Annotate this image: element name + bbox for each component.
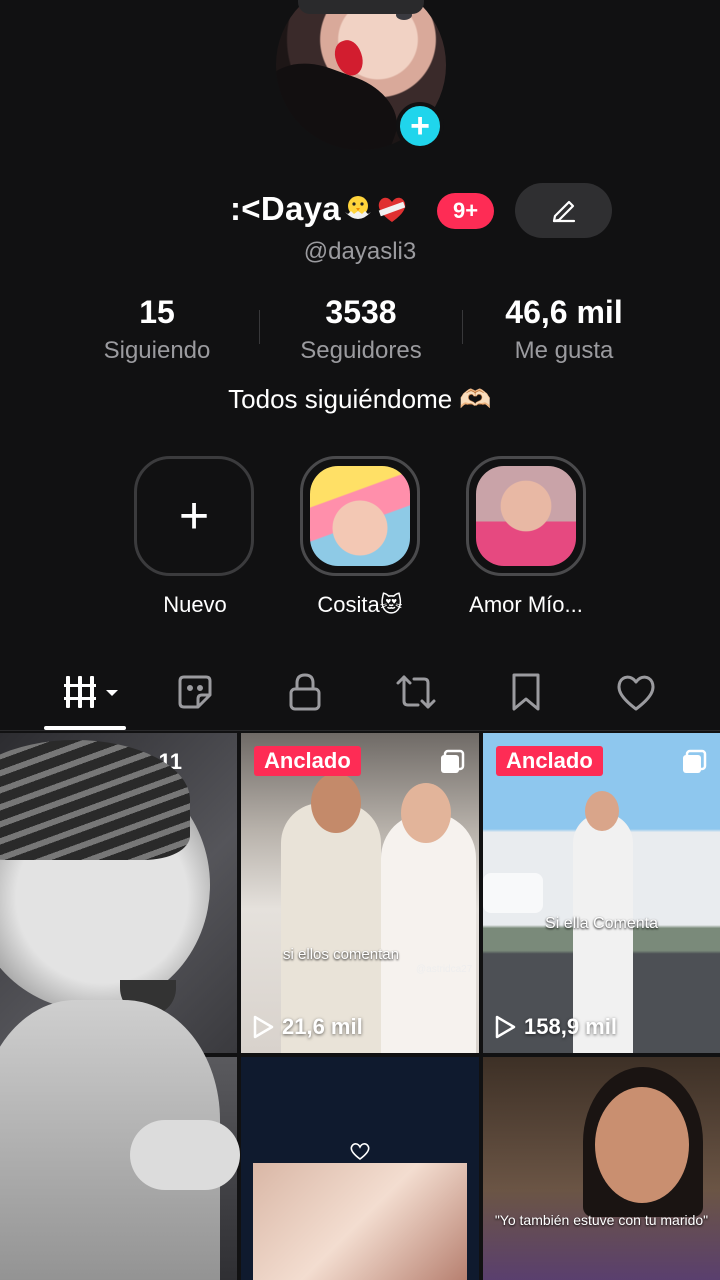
- video-caption: si ellos comentan: [283, 946, 399, 963]
- likes-count: 46,6 mil: [505, 294, 623, 330]
- bookmark-icon: [512, 673, 540, 711]
- view-count: 21,6 mil: [252, 1014, 363, 1040]
- new-highlight-button[interactable]: +: [134, 456, 254, 576]
- stat-divider: [462, 310, 463, 344]
- edit-profile-button[interactable]: [515, 183, 612, 238]
- plus-icon: +: [178, 487, 210, 545]
- face-shape: [595, 1087, 689, 1203]
- highlight-thumbnail: [310, 466, 410, 566]
- highlight-thumbnail: [476, 466, 576, 566]
- video-thumbnail-5[interactable]: [241, 1057, 479, 1280]
- followers-stat[interactable]: 3538 Seguidores: [261, 294, 461, 365]
- baby-hand: [130, 1120, 240, 1190]
- display-name: :<Daya: [230, 190, 409, 228]
- tab-private[interactable]: [281, 668, 329, 716]
- view-count-text: 21,6 mil: [282, 1014, 363, 1039]
- car-shape: [483, 873, 543, 913]
- video-caption: "Yo también estuve con tu marido": [494, 1212, 709, 1228]
- video-thumbnail-2[interactable]: [241, 733, 479, 1053]
- username-handle: @dayasli3: [303, 238, 417, 265]
- tab-reposted-stickers[interactable]: [171, 668, 219, 716]
- bandaged-heart-icon: [378, 197, 406, 222]
- video-caption: Si ella Comenta: [545, 915, 658, 932]
- following-count: 15: [139, 294, 175, 330]
- multi-photo-icon: [441, 749, 465, 773]
- tiktok-watermark: @astridca27: [416, 964, 473, 975]
- add-story-button[interactable]: +: [396, 102, 444, 150]
- view-count: 158,9 mil: [494, 1014, 617, 1040]
- play-icon: [495, 1015, 516, 1039]
- notch-pill: [298, 0, 424, 14]
- video-thumbnail-3[interactable]: [483, 733, 720, 1053]
- stat-divider: [259, 310, 260, 344]
- likes-stat[interactable]: 46,6 mil Me gusta: [464, 294, 664, 365]
- repost-icon: [396, 675, 436, 709]
- multi-photo-icon: [683, 749, 707, 773]
- pencil-icon: [552, 200, 575, 222]
- likes-label: Me gusta: [514, 337, 614, 364]
- highlight-cosita[interactable]: [300, 456, 420, 576]
- display-name-text: :<Daya: [230, 190, 341, 227]
- heart-icon: [617, 675, 655, 711]
- play-icon: [253, 1015, 274, 1039]
- tab-reposts[interactable]: [392, 668, 440, 716]
- following-stat[interactable]: 15 Siguiendo: [57, 294, 257, 365]
- notification-badge[interactable]: 9+: [437, 193, 494, 229]
- videos-grid-icon: [64, 676, 118, 708]
- profile-bio: Todos siguiéndome 🫶🏻: [228, 384, 492, 414]
- tabs-divider: [0, 730, 720, 731]
- highlight-label: Amor Mío...: [469, 592, 583, 617]
- followers-count: 3538: [325, 294, 397, 330]
- tab-favorites[interactable]: [502, 668, 550, 716]
- pinned-badge: Anclado: [496, 746, 603, 776]
- person-face: [585, 791, 619, 831]
- video-thumbnail-6[interactable]: [483, 1057, 720, 1280]
- tab-liked[interactable]: [612, 668, 660, 716]
- followers-label: Seguidores: [300, 337, 422, 364]
- sticker-icon: [178, 675, 212, 709]
- lock-icon: [289, 673, 321, 711]
- heart-small-icon: [350, 1143, 370, 1161]
- chick-emoji-icon: [344, 196, 371, 219]
- baby-braids: [0, 740, 190, 860]
- groom-face: [311, 773, 361, 833]
- bride-figure: [381, 813, 476, 1053]
- highlight-amor[interactable]: [466, 456, 586, 576]
- baby-photo: [253, 1163, 467, 1280]
- tab-videos[interactable]: [60, 668, 124, 716]
- baby-overlay-image: [0, 740, 240, 1280]
- view-count-text: 158,9 mil: [524, 1014, 617, 1039]
- following-label: Siguiendo: [103, 337, 211, 364]
- bride-face: [401, 783, 451, 843]
- pinned-badge: Anclado: [254, 746, 361, 776]
